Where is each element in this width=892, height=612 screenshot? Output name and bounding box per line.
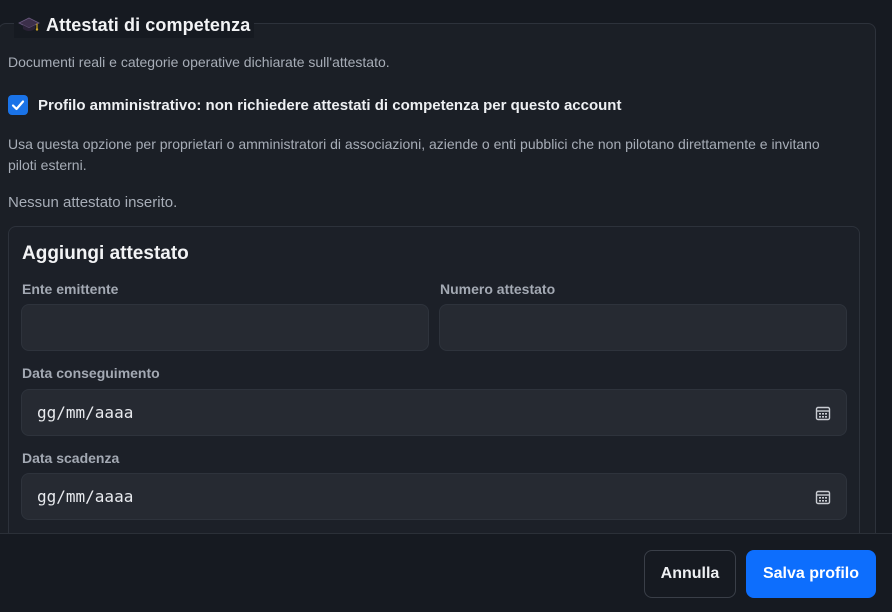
- expiry-date-label: Data scadenza: [22, 450, 120, 466]
- issue-date-placeholder: gg/mm/aaaa: [37, 403, 134, 422]
- add-certificate-card: Aggiungi attestato Ente emittente Numero…: [8, 226, 860, 566]
- add-certificate-title: Aggiungi attestato: [22, 243, 189, 264]
- save-profile-button[interactable]: Salva profilo: [746, 550, 876, 598]
- certificate-number-label: Numero attestato: [440, 281, 556, 297]
- expiry-date-placeholder: gg/mm/aaaa: [37, 487, 134, 506]
- issue-date-label: Data conseguimento: [22, 365, 160, 381]
- cancel-button[interactable]: Annulla: [644, 550, 736, 598]
- admin-profile-help: Usa questa opzione per proprietari o amm…: [8, 136, 820, 173]
- checkmark-icon: [11, 100, 25, 111]
- calendar-icon[interactable]: [815, 405, 831, 421]
- certificate-number-input[interactable]: [439, 304, 847, 351]
- section-legend: Attestati di competenza: [14, 12, 255, 38]
- admin-profile-checkbox[interactable]: [8, 95, 28, 115]
- form-footer: Annulla Salva profilo: [0, 533, 892, 612]
- admin-profile-option[interactable]: Profilo amministrativo: non richiedere a…: [8, 95, 621, 115]
- section-description: Documenti reali e categorie operative di…: [8, 54, 390, 70]
- empty-state-text: Nessun attestato inserito.: [8, 194, 178, 211]
- graduation-cap-icon: [18, 14, 40, 36]
- section-title: Attestati di competenza: [46, 14, 251, 35]
- issuer-label: Ente emittente: [22, 281, 119, 297]
- profile-page: Attestati di competenza Documenti reali …: [0, 0, 892, 612]
- admin-profile-label[interactable]: Profilo amministrativo: non richiedere a…: [38, 97, 621, 114]
- issue-date-input[interactable]: gg/mm/aaaa: [21, 389, 847, 436]
- calendar-icon[interactable]: [815, 489, 831, 505]
- expiry-date-input[interactable]: gg/mm/aaaa: [21, 473, 847, 520]
- issuer-input[interactable]: [21, 304, 429, 351]
